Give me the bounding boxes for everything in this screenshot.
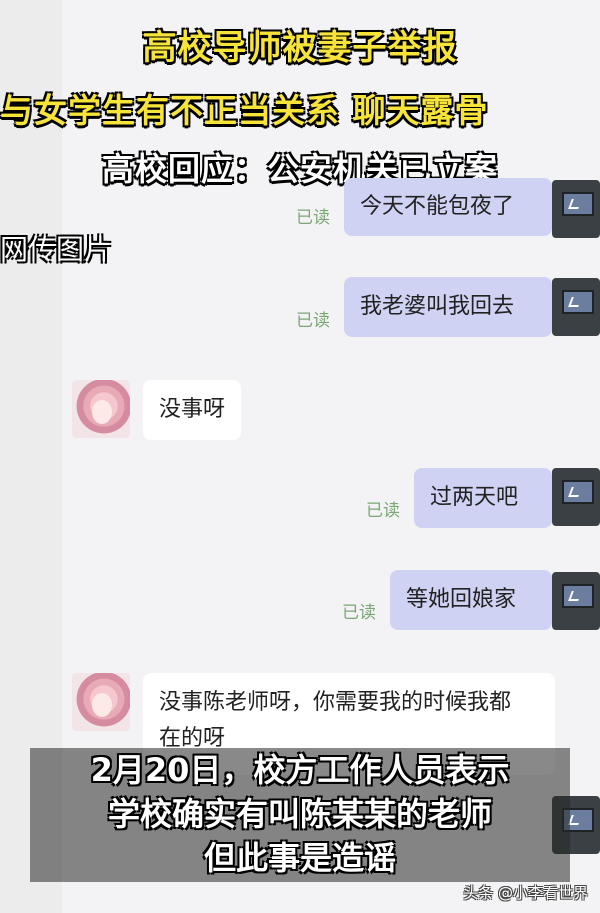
avatar-face (92, 400, 112, 424)
avatar-face (92, 693, 112, 717)
my-avatar[interactable] (552, 468, 600, 526)
read-receipt: 已读 (296, 311, 330, 331)
message-out: 过两天吧 (414, 468, 552, 528)
monitor-icon (562, 192, 594, 216)
overlay-label: 网传图片 (0, 233, 113, 266)
monitor-icon (562, 480, 594, 504)
message-line: 没事陈老师呀，你需要我的时候我都 (159, 690, 512, 715)
news-caption: 2月20日，校方工作人员表示 学校确实有叫陈某某的老师 但此事是造谣 (30, 748, 570, 882)
contact-avatar[interactable] (72, 673, 130, 731)
message-out: 我老婆叫我回去 (344, 277, 552, 337)
read-receipt: 已读 (342, 603, 376, 623)
contact-avatar[interactable] (72, 380, 130, 438)
caption-line1: 2月20日，校方工作人员表示 (90, 751, 510, 789)
monitor-icon (562, 584, 594, 608)
monitor-icon (562, 290, 594, 314)
read-receipt: 已读 (296, 208, 330, 228)
read-receipt: 已读 (366, 501, 400, 521)
my-avatar[interactable] (552, 278, 600, 336)
caption-line3: 但此事是造谣 (203, 839, 396, 877)
message-out: 今天不能包夜了 (344, 178, 552, 236)
source-watermark: 头条 @小李看世界 (463, 884, 588, 902)
headline-line1: 高校导师被妻子举报 (142, 28, 458, 68)
my-avatar[interactable] (552, 572, 600, 630)
caption-line2: 学校确实有叫陈某某的老师 (107, 795, 492, 833)
message-in: 没事呀 (143, 380, 241, 440)
my-avatar[interactable] (552, 180, 600, 238)
message-out: 等她回娘家 (390, 570, 552, 630)
headline-line2: 与女学生有不正当关系 聊天露骨 (0, 91, 489, 130)
